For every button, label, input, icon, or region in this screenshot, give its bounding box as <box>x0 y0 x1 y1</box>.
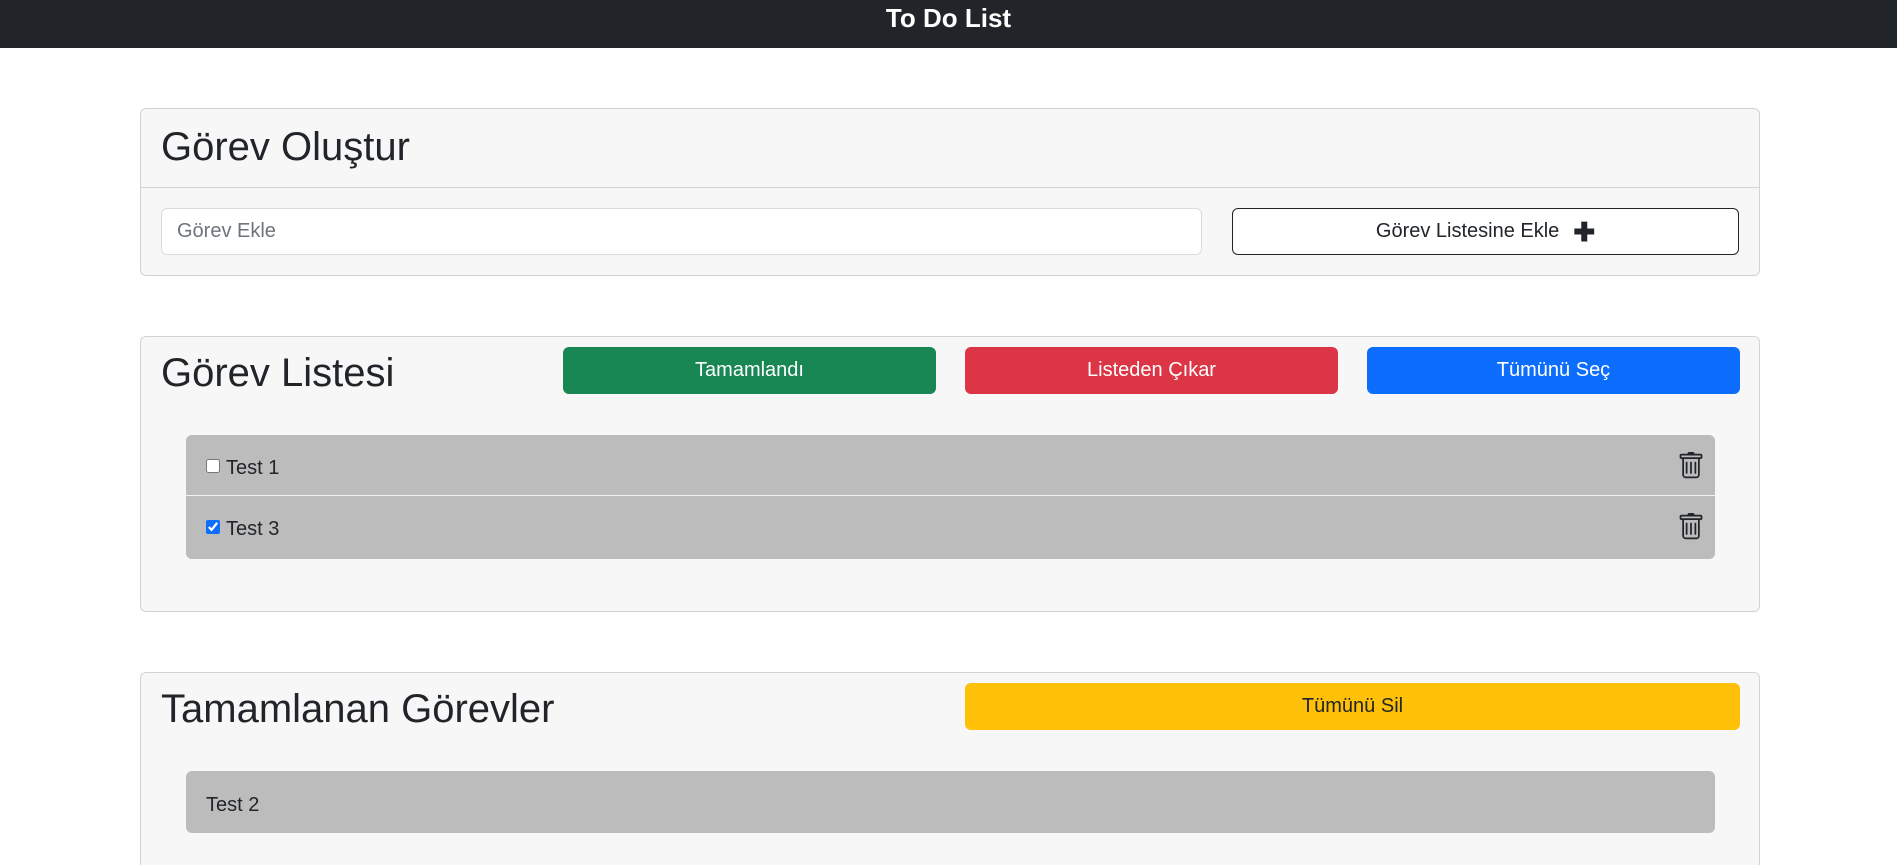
task-label: Test 3 <box>226 518 280 540</box>
task-checkbox[interactable] <box>206 459 220 473</box>
mark-complete-button[interactable]: Tamamlandı <box>563 347 936 394</box>
task-checkbox[interactable] <box>206 520 220 534</box>
create-task-card: Görev Oluştur Görev Listesine Ekle ✚ <box>140 108 1760 276</box>
task-item: Test 3 <box>186 496 1715 559</box>
task-list-card: Görev Listesi Tamamlandı Listeden Çıkar … <box>140 336 1760 612</box>
create-task-title: Görev Oluştur <box>161 125 410 169</box>
completed-list-item: Test 2 <box>186 771 1715 833</box>
completed-tasks-title: Tamamlanan Görevler <box>161 687 555 731</box>
plus-icon: ✚ <box>1573 216 1596 247</box>
app-title: To Do List <box>885 3 1012 33</box>
create-task-header: Görev Oluştur <box>141 109 1759 188</box>
add-to-list-label: Görev Listesine Ekle <box>1375 220 1560 242</box>
task-list-title: Görev Listesi <box>161 351 395 395</box>
task-list: Test 1 Test 3 <box>186 435 1715 559</box>
task-label: Test 1 <box>226 457 280 479</box>
task-input[interactable] <box>161 208 1202 255</box>
delete-all-button[interactable]: Tümünü Sil <box>965 683 1740 730</box>
task-item: Test 1 <box>186 435 1715 496</box>
trash-icon[interactable] <box>1677 451 1705 481</box>
trash-icon[interactable] <box>1677 512 1705 542</box>
navbar: To Do List <box>0 0 1897 48</box>
completed-task-label: Test 2 <box>206 794 260 816</box>
add-to-list-button[interactable]: Görev Listesine Ekle ✚ <box>1232 208 1739 255</box>
completed-tasks-card: Tamamlanan Görevler Tümünü Sil Test 2 <box>140 672 1760 865</box>
select-all-button[interactable]: Tümünü Seç <box>1367 347 1740 394</box>
remove-from-list-button[interactable]: Listeden Çıkar <box>965 347 1338 394</box>
